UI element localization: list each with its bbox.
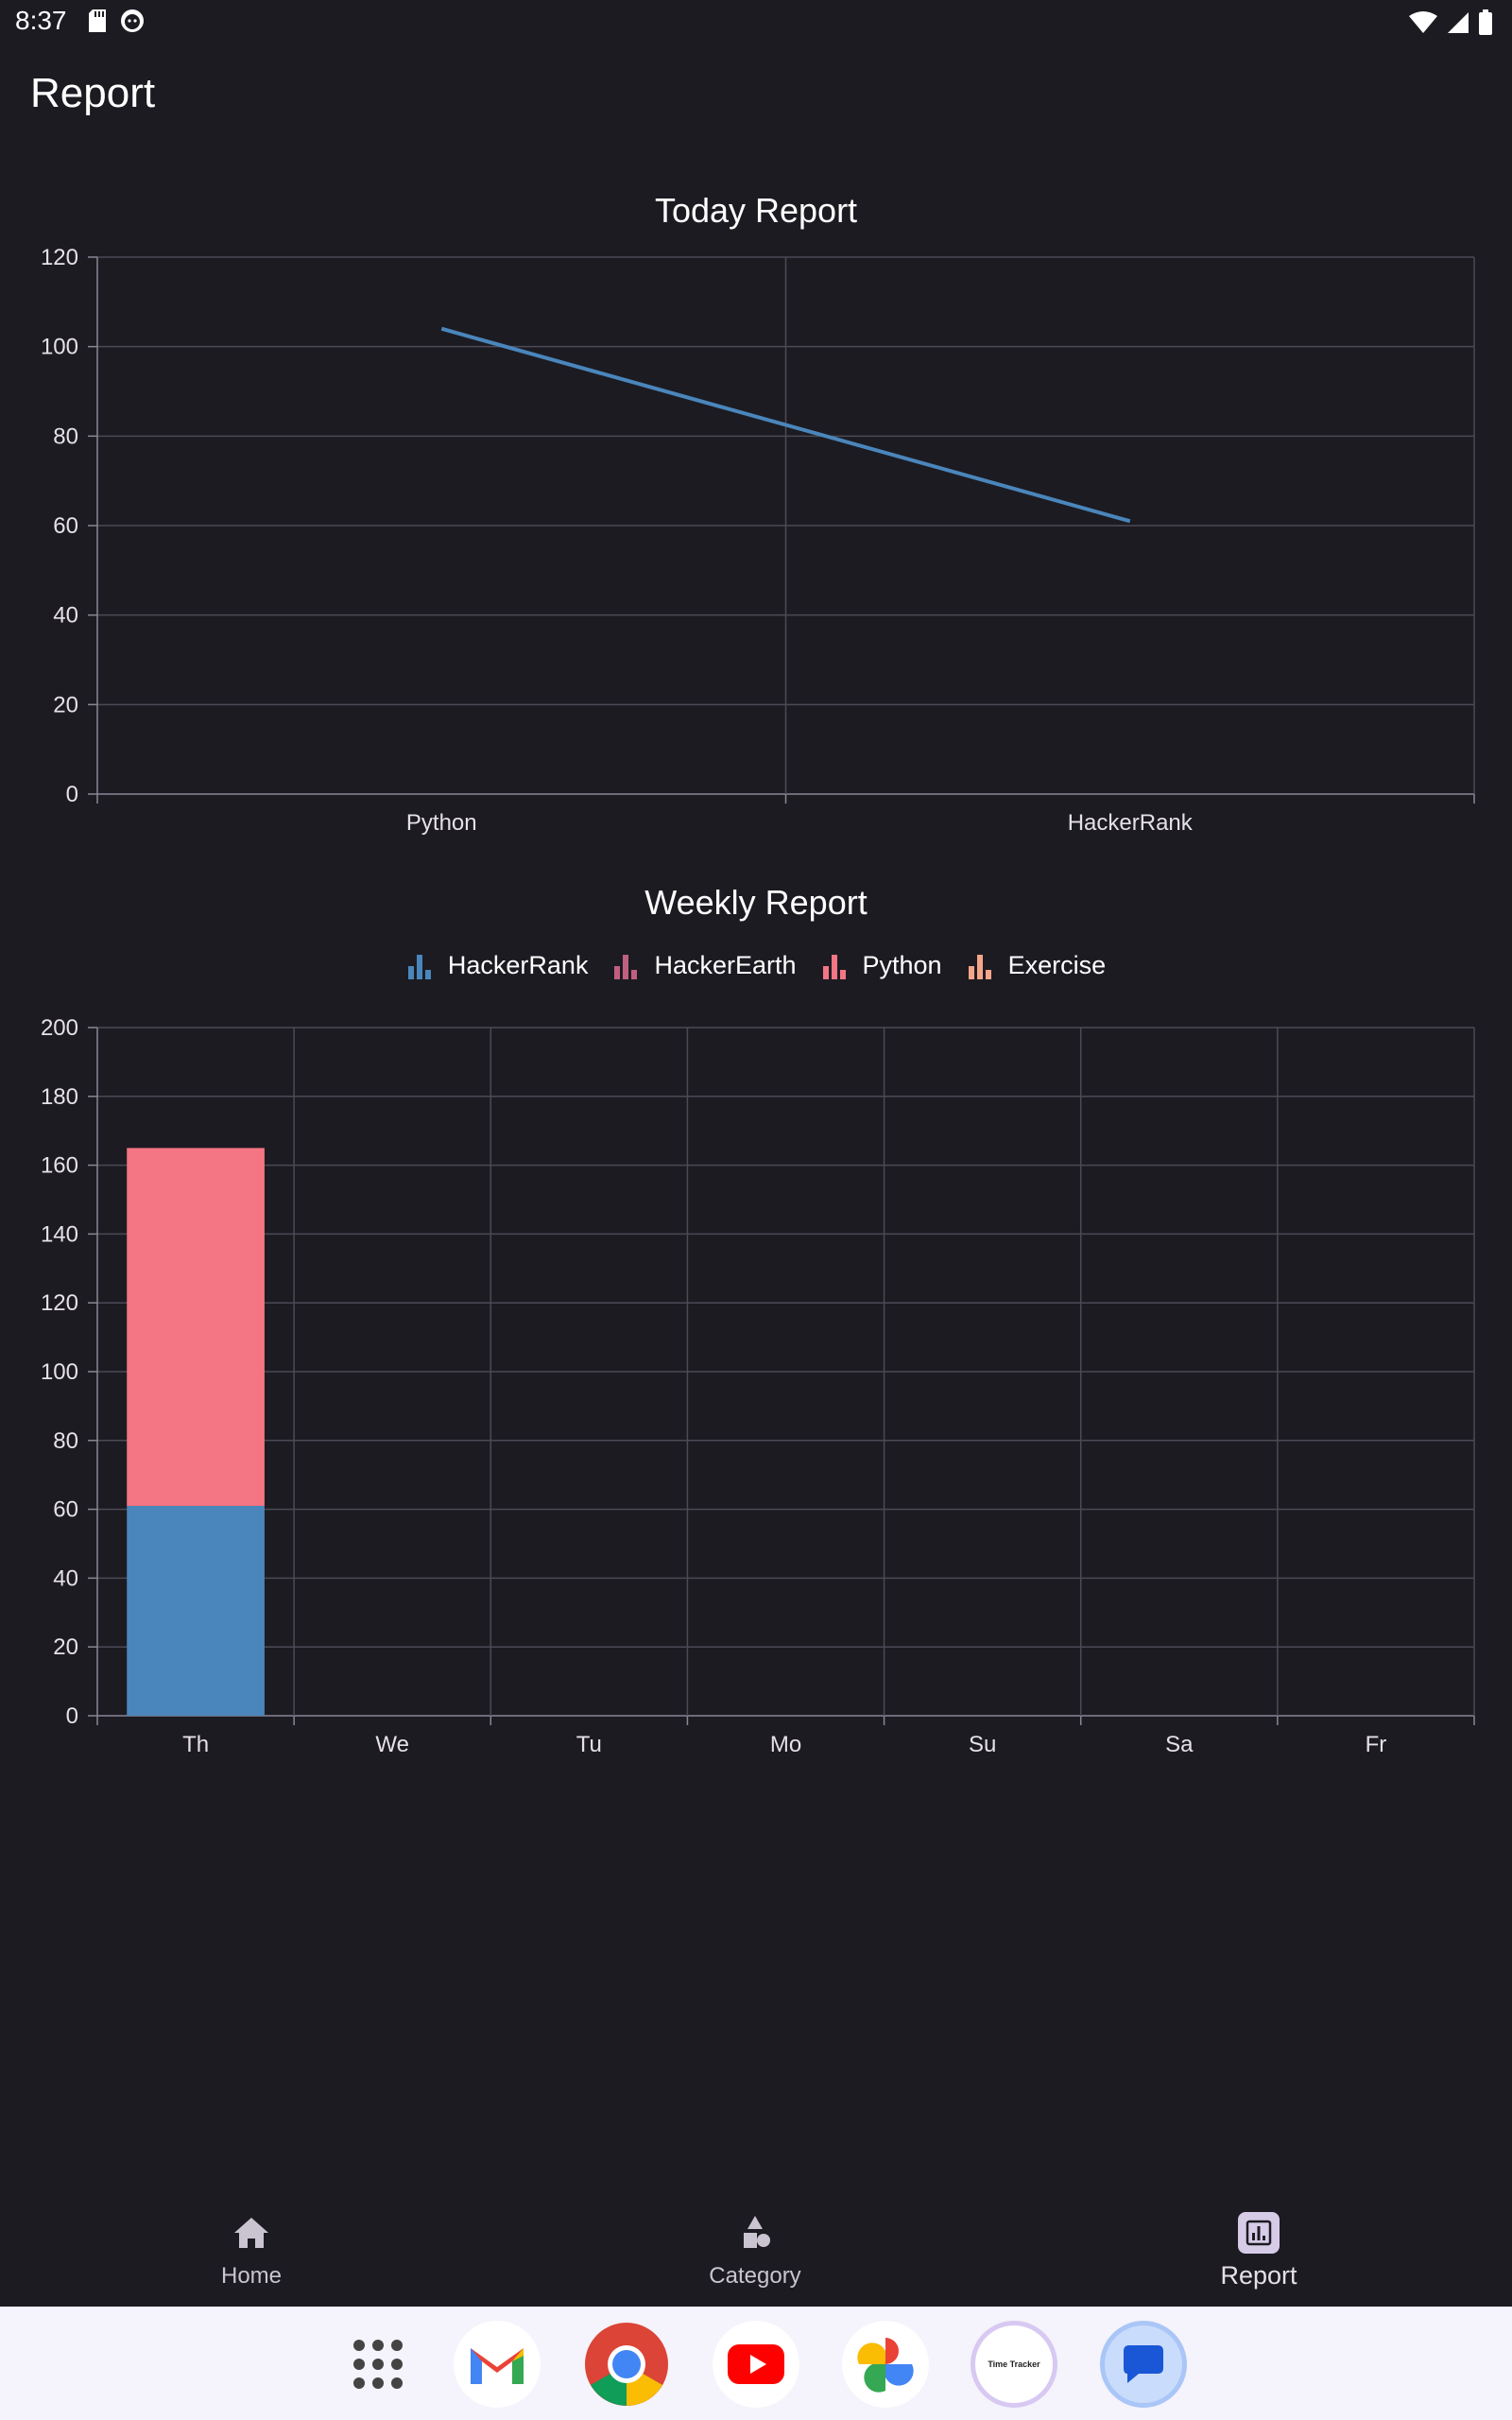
y-tick-label: 180	[41, 1084, 78, 1110]
bottom-navigation: Home Category Report	[0, 2174, 1512, 2307]
y-tick-label: 40	[53, 603, 78, 629]
bar-chart-icon	[968, 954, 991, 979]
y-tick-label: 120	[41, 1290, 78, 1316]
nav-label: Home	[220, 2263, 283, 2289]
notification-face-icon	[121, 9, 144, 32]
x-tick-label: HackerRank	[1068, 810, 1194, 836]
bar-hackerrank	[127, 1505, 265, 1716]
y-tick-label: 100	[41, 335, 78, 360]
chrome-icon[interactable]	[583, 2321, 670, 2408]
cell-signal-icon	[1448, 12, 1469, 33]
y-tick-label: 60	[53, 1497, 78, 1523]
y-tick-label: 120	[41, 245, 78, 270]
x-tick-label: Mo	[770, 1732, 801, 1757]
bar-chart-icon	[407, 954, 431, 979]
home-icon	[234, 2218, 268, 2248]
y-tick-label: 140	[41, 1221, 78, 1247]
legend-item-exercise[interactable]: Exercise	[967, 951, 1107, 980]
legend-item-python[interactable]: Python	[821, 951, 942, 980]
legend-label: HackerRank	[447, 951, 589, 979]
legend-item-hackerrank[interactable]: HackerRank	[406, 951, 589, 980]
y-tick-label: 80	[53, 424, 78, 449]
today-report-title: Today Report	[654, 191, 858, 230]
nav-category[interactable]: Category	[613, 2212, 897, 2290]
messages-icon[interactable]	[1100, 2321, 1187, 2408]
status-bar: 8:37	[0, 0, 1512, 47]
nav-home[interactable]: Home	[110, 2212, 393, 2290]
legend-item-hackerearth[interactable]: HackerEarth	[612, 951, 797, 980]
y-tick-label: 0	[66, 782, 78, 807]
time-tracker-label: Time Tracker	[988, 2360, 1040, 2369]
app-drawer-icon[interactable]	[335, 2321, 421, 2408]
sd-card-icon	[89, 9, 106, 32]
x-tick-label: Th	[182, 1732, 209, 1757]
battery-icon	[1479, 9, 1492, 35]
weekly-legend: HackerRank HackerEarth Python Exercise	[0, 951, 1512, 980]
y-tick-label: 200	[41, 1015, 78, 1041]
legend-label: Python	[862, 951, 942, 979]
x-tick-label: Tu	[576, 1732, 602, 1757]
category-icon	[744, 2216, 770, 2248]
app-dock: Time Tracker	[0, 2307, 1512, 2420]
y-tick-label: 160	[41, 1153, 78, 1179]
bar-chart-icon	[614, 954, 638, 979]
y-tick-label: 40	[53, 1565, 78, 1591]
y-tick-label: 20	[53, 1634, 78, 1660]
y-tick-label: 100	[41, 1359, 78, 1385]
report-icon	[1238, 2212, 1280, 2254]
nav-report[interactable]: Report	[1117, 2212, 1400, 2290]
y-tick-label: 0	[66, 1703, 78, 1729]
x-tick-label: Python	[406, 810, 477, 836]
y-tick-label: 20	[53, 692, 78, 717]
nav-label: Report	[1220, 2261, 1297, 2290]
youtube-icon[interactable]	[713, 2321, 799, 2408]
time-tracker-icon[interactable]: Time Tracker	[971, 2321, 1057, 2408]
nav-label: Category	[709, 2263, 801, 2289]
bar-python	[127, 1148, 265, 1506]
photos-icon[interactable]	[842, 2321, 929, 2408]
wifi-icon	[1409, 11, 1437, 33]
legend-label: HackerEarth	[654, 951, 797, 979]
weekly-report-chart: 0 20 40 60 80 100 120 140 160 180 200 Th We Tu Mo Su Sa F…	[41, 1015, 1475, 1757]
y-tick-label: 60	[53, 513, 78, 539]
x-tick-label: Su	[969, 1732, 996, 1757]
page-title: Report	[30, 70, 156, 116]
x-tick-label: We	[375, 1732, 409, 1757]
legend-label: Exercise	[1007, 951, 1107, 979]
x-tick-label: Fr	[1366, 1732, 1387, 1757]
bar-chart-icon	[822, 954, 846, 979]
status-time: 8:37	[15, 6, 67, 35]
x-tick-label: Sa	[1165, 1732, 1194, 1757]
y-tick-label: 80	[53, 1428, 78, 1454]
weekly-report-title: Weekly Report	[644, 883, 868, 922]
gmail-icon[interactable]	[454, 2321, 541, 2408]
